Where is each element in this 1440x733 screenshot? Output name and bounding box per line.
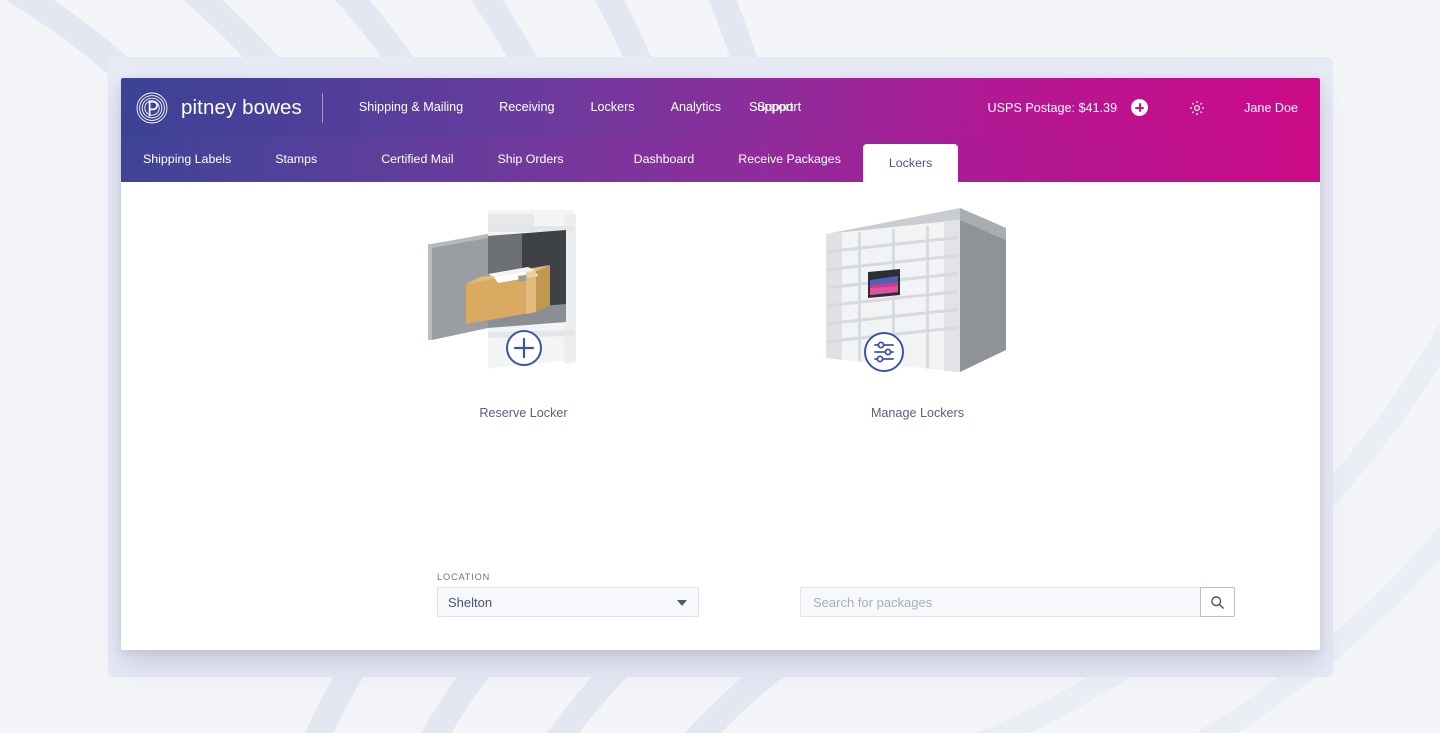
tile-reserve-locker[interactable]: Reserve Locker xyxy=(396,200,652,420)
tab-certified-mail[interactable]: Certified Mail xyxy=(359,137,475,182)
nav-item-analytics[interactable]: Analytics xyxy=(653,78,739,137)
tab-shipping-labels[interactable]: Shipping Labels xyxy=(121,137,253,182)
search-icon xyxy=(1211,595,1224,609)
top-navigation-bar: pitney bowes Shipping & Mailing Receivin… xyxy=(121,78,1320,137)
tab-receive-packages[interactable]: Receive Packages xyxy=(716,137,863,182)
tab-dashboard[interactable]: Dashboard xyxy=(612,137,717,182)
tab-lockers[interactable]: Lockers xyxy=(862,144,959,182)
top-bar-right-cluster: USPS Postage: $41.39 Jane Doe xyxy=(988,78,1320,137)
open-locker-with-package-illustration xyxy=(427,210,590,370)
search-button[interactable] xyxy=(1200,587,1235,617)
nav-item-shipping-mailing[interactable]: Shipping & Mailing xyxy=(341,78,481,137)
chevron-down-icon xyxy=(677,600,687,606)
filters-row: LOCATION Shelton xyxy=(437,572,1235,617)
gear-icon[interactable] xyxy=(1188,99,1206,117)
main-content: Reserve Locker Manage Lockers LOCATION S… xyxy=(121,182,1320,650)
tile-label-manage-lockers: Manage Lockers xyxy=(870,406,965,420)
tile-label-reserve-locker: Reserve Locker xyxy=(479,406,568,420)
location-select[interactable]: Shelton xyxy=(437,587,699,617)
tile-art-manage-lockers xyxy=(808,200,1028,392)
locker-bank-illustration xyxy=(825,208,1006,372)
location-label: LOCATION xyxy=(437,572,491,582)
tab-stamps[interactable]: Stamps xyxy=(253,137,339,182)
tab-ship-orders[interactable]: Ship Orders xyxy=(476,137,586,182)
add-postage-icon[interactable] xyxy=(1131,99,1149,116)
brand-divider xyxy=(321,92,323,123)
nav-item-support-duplicate[interactable]: Support xyxy=(749,78,811,137)
nav-item-receiving[interactable]: Receiving xyxy=(481,78,572,137)
nav-item-lockers[interactable]: Lockers xyxy=(572,78,652,137)
search-group xyxy=(800,587,1235,617)
search-input[interactable] xyxy=(800,587,1200,617)
tile-art-reserve-locker xyxy=(414,200,634,392)
usps-postage-balance: USPS Postage: $41.39 xyxy=(987,100,1118,115)
top-nav-links: Shipping & Mailing Receiving Lockers Ana… xyxy=(341,78,811,137)
user-name[interactable]: Jane Doe xyxy=(1244,101,1298,115)
action-tiles: Reserve Locker Manage Lockers xyxy=(121,182,1320,420)
app-window: pitney bowes Shipping & Mailing Receivin… xyxy=(121,78,1320,650)
secondary-tab-bar: Shipping Labels Stamps Certified Mail Sh… xyxy=(121,137,1320,182)
location-field-group: LOCATION Shelton xyxy=(437,572,699,617)
brand-name: pitney bowes xyxy=(181,95,302,119)
location-selected-value: Shelton xyxy=(448,594,493,610)
tile-manage-lockers[interactable]: Manage Lockers xyxy=(790,200,1046,420)
pitney-bowes-logo-icon[interactable] xyxy=(136,92,168,124)
